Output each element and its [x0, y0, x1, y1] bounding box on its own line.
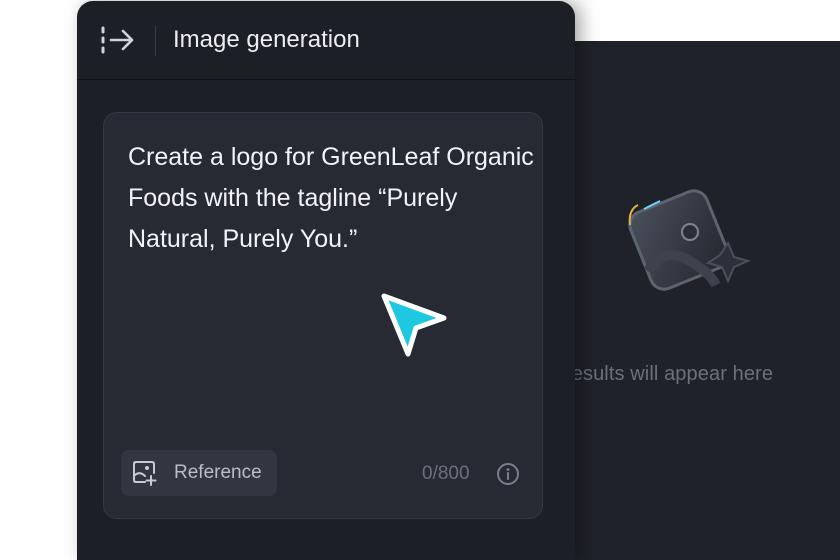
- panel-collapse-arrow-icon[interactable]: [100, 26, 136, 54]
- image-add-icon: [133, 461, 157, 486]
- header-divider: [155, 26, 156, 56]
- pointer-cursor-icon: [381, 293, 447, 357]
- page-title: Image generation: [173, 26, 360, 53]
- image-generation-panel: Image generation Create a logo for Green…: [77, 1, 575, 560]
- image-placeholder-icon: [628, 189, 751, 291]
- character-count: 0/800: [422, 463, 470, 484]
- reference-label: Reference: [174, 462, 262, 483]
- panel-header: Image generation: [77, 1, 575, 80]
- info-icon[interactable]: [496, 462, 520, 486]
- prompt-textarea[interactable]: Create a logo for GreenLeaf Organic Food…: [128, 137, 538, 260]
- reference-button[interactable]: Reference: [121, 450, 277, 496]
- prompt-input-card[interactable]: Create a logo for GreenLeaf Organic Food…: [103, 112, 543, 519]
